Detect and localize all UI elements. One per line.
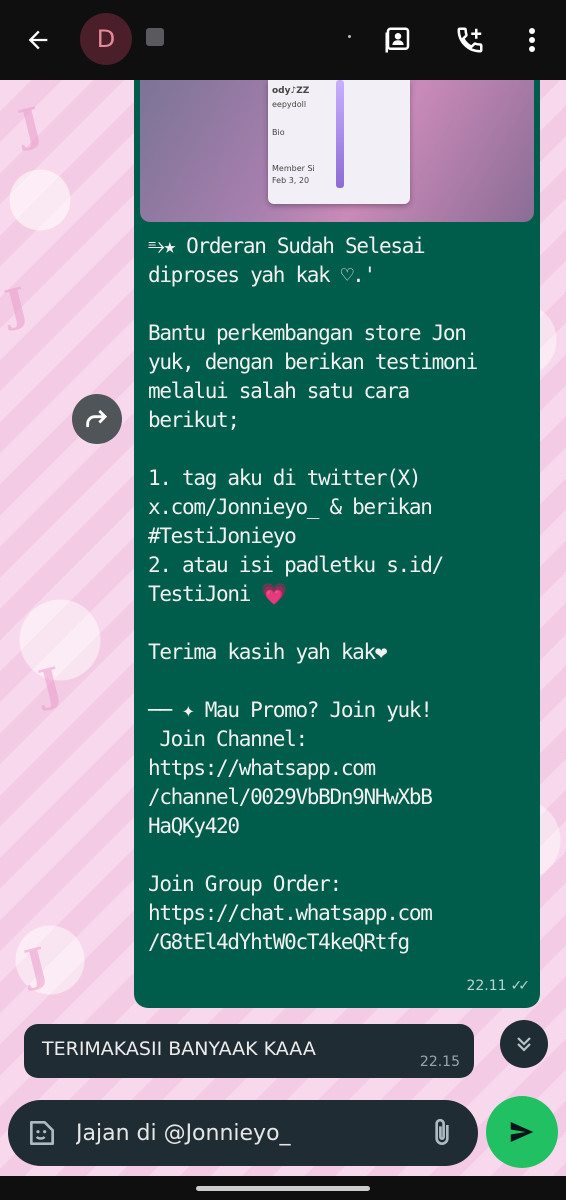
message-composer [8, 1100, 478, 1166]
message-input[interactable] [76, 1118, 416, 1148]
contact-card-icon[interactable] [378, 20, 418, 60]
incoming-message-bubble[interactable]: TERIMAKASII BANYAAK KAAA 22.15 [24, 1024, 474, 1078]
arrow-left-icon[interactable] [18, 20, 58, 60]
incoming-message-text: TERIMAKASII BANYAAK KAAA [42, 1038, 316, 1060]
incoming-message-time: 22.15 [419, 1054, 460, 1070]
scroll-down-button[interactable] [500, 1020, 548, 1068]
double-check-icon: ✓✓ [510, 978, 531, 994]
card-member: Member Si [272, 164, 315, 173]
forward-button[interactable] [72, 394, 122, 444]
card-name: ody♪ZZ [272, 86, 310, 96]
send-button[interactable] [486, 1096, 558, 1168]
home-indicator[interactable] [196, 1186, 370, 1191]
paperclip-icon[interactable] [426, 1117, 458, 1149]
system-nav-bar [0, 1176, 566, 1200]
outgoing-message-bubble[interactable]: ody♪ZZ eepydoll Bio Member Si Feb 3, 20 … [134, 80, 540, 1008]
contact-name-redacted[interactable] [146, 28, 351, 46]
more-vert-icon[interactable] [514, 20, 550, 60]
avatar-letter: D [96, 25, 116, 53]
status-dot [348, 35, 351, 38]
card-date: Feb 3, 20 [272, 176, 310, 185]
wallpaper-pattern: J [14, 98, 47, 153]
message-text: ⥱★ Orderan Sudah Selesai diproses yah ka… [148, 234, 478, 954]
forward-icon [86, 409, 108, 428]
wallpaper-pattern: J [34, 658, 67, 713]
redaction-block [146, 28, 164, 46]
avatar[interactable]: D [80, 13, 132, 65]
card-handle: eepydoll [272, 100, 307, 109]
wallpaper-pattern: J [20, 938, 53, 993]
send-icon [510, 1122, 534, 1142]
card-bio: Bio [272, 128, 285, 137]
chat-header: D [0, 0, 566, 80]
chevron-double-down-icon [517, 1037, 531, 1052]
image-attachment[interactable]: ody♪ZZ eepydoll Bio Member Si Feb 3, 20 [140, 80, 534, 222]
sticker-icon[interactable] [26, 1117, 58, 1149]
add-call-icon[interactable] [450, 20, 490, 60]
message-time: 22.11 ✓✓ [466, 978, 531, 994]
message-time-label: 22.11 [466, 978, 507, 994]
wallpaper-pattern: J [0, 278, 33, 333]
wand-decoration [336, 80, 344, 188]
